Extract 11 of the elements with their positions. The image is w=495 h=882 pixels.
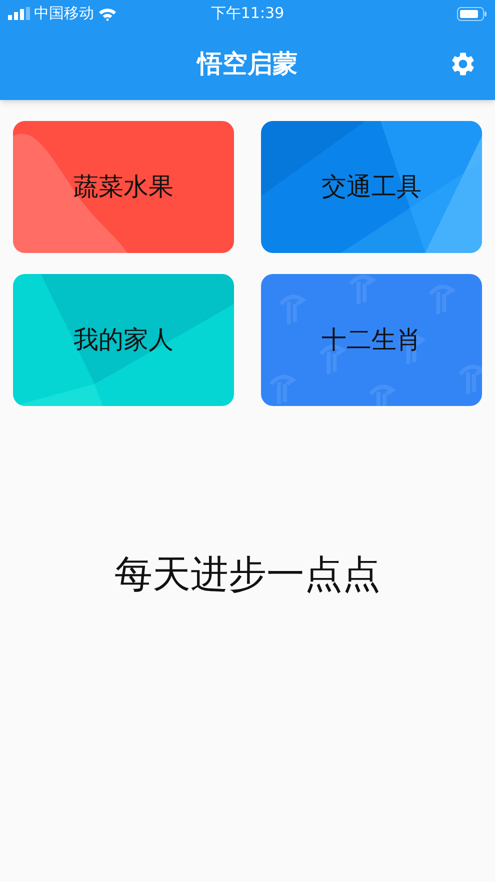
- signal-icon: [8, 7, 30, 20]
- carrier-name: 中国移动: [34, 3, 94, 24]
- clock-time: 下午11:39: [210, 3, 284, 24]
- category-card[interactable]: 交通工具: [261, 121, 482, 253]
- slogan: 每天进步一点点: [114, 550, 380, 598]
- battery-icon: [457, 6, 487, 20]
- category-card[interactable]: 我的家人: [13, 274, 234, 406]
- category-card[interactable]: 十二生肖: [261, 274, 482, 406]
- category-card[interactable]: 蔬菜水果: [13, 121, 234, 253]
- wifi-icon: [98, 6, 117, 20]
- app-title: 悟空启蒙: [198, 48, 298, 80]
